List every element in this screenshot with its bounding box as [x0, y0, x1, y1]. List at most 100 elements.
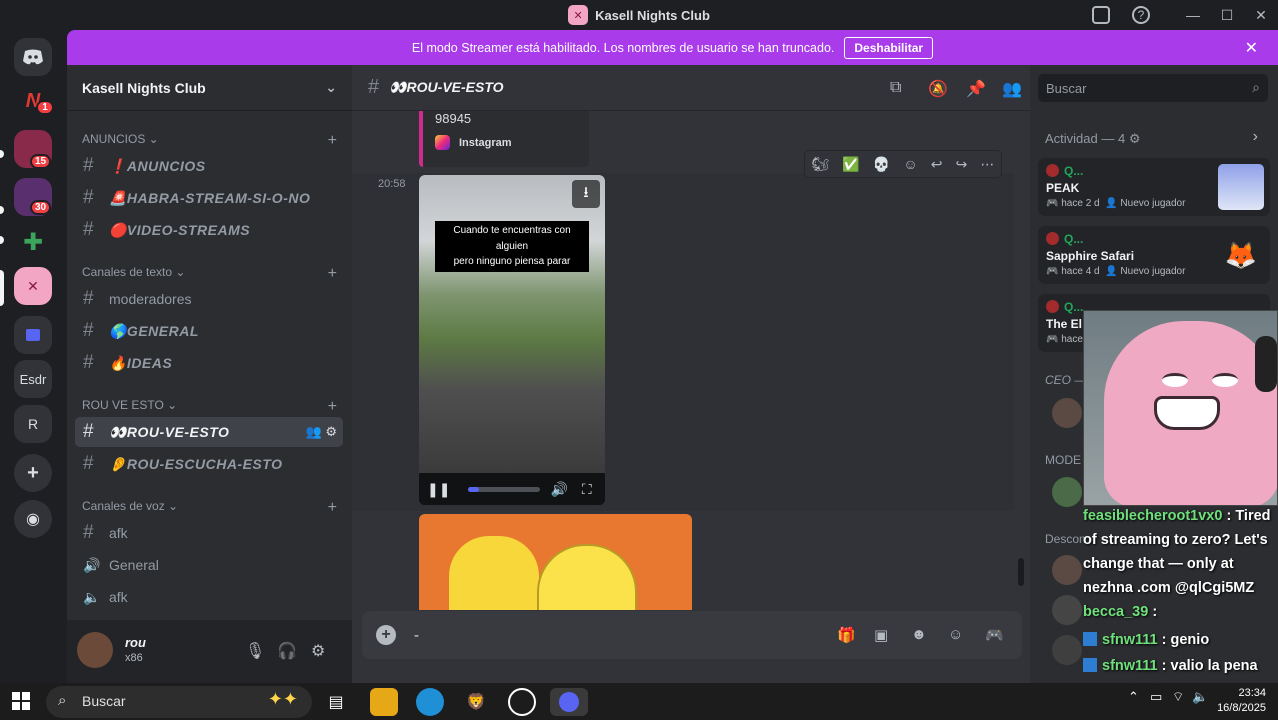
- channel-moderadores[interactable]: # moderadores: [75, 284, 343, 314]
- apps-icon[interactable]: 🎮: [985, 626, 1004, 644]
- discover-icon[interactable]: ◉: [14, 500, 52, 538]
- image-attachment[interactable]: [419, 514, 692, 610]
- close-icon[interactable]: ✕: [1245, 38, 1258, 58]
- avatar[interactable]: [77, 632, 113, 668]
- add-server-icon[interactable]: +: [14, 454, 52, 492]
- avatar[interactable]: [1052, 477, 1082, 507]
- brave-icon[interactable]: 🦁: [462, 688, 490, 716]
- taskbar-search-input[interactable]: ⌕ Buscar ✦✦: [46, 686, 312, 718]
- channel-ideas[interactable]: # 🔥IDEAS: [75, 348, 343, 378]
- voice-channel-afk[interactable]: 🔈 afk: [75, 582, 343, 612]
- channel-rou-ve-esto[interactable]: # 👀ROU-VE-ESTO 👥 ⚙: [75, 417, 343, 447]
- voice-channel-general[interactable]: 🔊 General: [75, 550, 343, 580]
- avatar: [1046, 232, 1059, 245]
- category-anuncios[interactable]: ANUNCIOS ⌄ +: [82, 132, 337, 150]
- embed-source[interactable]: Instagram: [435, 135, 512, 150]
- add-channel-icon[interactable]: +: [328, 398, 337, 416]
- server-4-icon[interactable]: ✚: [14, 223, 52, 261]
- inbox-icon[interactable]: [1092, 6, 1110, 24]
- discord-taskbar-icon[interactable]: [550, 688, 588, 716]
- server-r[interactable]: R: [14, 405, 52, 443]
- search-input[interactable]: Buscar ⌕: [1038, 74, 1268, 102]
- server-esdr[interactable]: Esdr: [14, 360, 52, 398]
- emoji-icon[interactable]: ☺: [948, 626, 963, 643]
- channel-afk-text[interactable]: # afk: [75, 518, 343, 548]
- video-progress-bar[interactable]: [468, 486, 541, 492]
- help-icon[interactable]: ?: [1132, 6, 1150, 24]
- unread-pill: [0, 206, 4, 214]
- message-actions: 🐿 ✅ 💀 ☺ ↩ ↪ ⋯: [804, 150, 1002, 178]
- battery-icon[interactable]: ▭: [1150, 689, 1162, 705]
- instagram-icon: [435, 135, 450, 150]
- add-attachment-icon[interactable]: +: [376, 625, 396, 645]
- windows-start-icon[interactable]: [12, 692, 30, 710]
- activity-card[interactable]: Q... PEAK 🎮 hace 2 d 👤 Nuevo jugador: [1038, 158, 1270, 216]
- avatar[interactable]: [1052, 635, 1082, 665]
- discord-home-icon[interactable]: [14, 38, 52, 76]
- maximize-icon[interactable]: ☐: [1210, 7, 1244, 24]
- headphones-icon[interactable]: 🎧: [277, 641, 297, 661]
- edge-icon[interactable]: [416, 688, 444, 716]
- add-channel-icon[interactable]: +: [328, 265, 337, 283]
- chevron-up-icon[interactable]: ⌃: [1128, 689, 1139, 705]
- hash-icon: #: [83, 288, 94, 309]
- more-icon[interactable]: ⋯: [980, 156, 994, 173]
- speaker-icon: 🔈: [83, 588, 101, 605]
- video-attachment[interactable]: Cuando te encuentras con alguien pero ni…: [419, 175, 605, 505]
- add-channel-icon[interactable]: +: [328, 132, 337, 150]
- task-view-icon[interactable]: ▤: [322, 688, 350, 716]
- close-window-icon[interactable]: ✕: [1244, 7, 1278, 24]
- channel-general[interactable]: # 🌎GENERAL: [75, 316, 343, 346]
- channel-habra-stream[interactable]: # 🚨HABRA-STREAM-SI-O-NO: [75, 183, 343, 213]
- pause-icon[interactable]: ❚❚: [427, 481, 450, 498]
- chevron-right-icon[interactable]: ›: [1253, 128, 1258, 146]
- reply-icon[interactable]: ↩: [931, 156, 943, 173]
- fullscreen-icon[interactable]: ⛶: [582, 481, 592, 498]
- obs-icon[interactable]: [508, 688, 536, 716]
- activity-card[interactable]: Q... Sapphire Safari 🎮 hace 4 d 👤 Nuevo …: [1038, 226, 1270, 284]
- channel-video-streams[interactable]: # 🔴VIDEO-STREAMS: [75, 215, 343, 245]
- channel-rou-escucha-esto[interactable]: # 👂ROU-ESCUCHA-ESTO: [75, 449, 343, 479]
- pin-icon[interactable]: 📌: [966, 79, 986, 99]
- volume-icon[interactable]: 🔈: [1192, 689, 1208, 705]
- gear-icon[interactable]: ⚙: [311, 641, 325, 661]
- server-folder-icon[interactable]: [14, 316, 52, 354]
- avatar[interactable]: [1052, 555, 1082, 585]
- threads-icon[interactable]: ⧉: [890, 79, 901, 97]
- category-rou-ve-esto[interactable]: ROU VE ESTO ⌄ +: [82, 398, 337, 416]
- gif-icon[interactable]: ▣: [874, 626, 888, 644]
- reaction-check-icon[interactable]: ✅: [842, 156, 859, 173]
- microphone-icon[interactable]: 🎙: [245, 641, 265, 661]
- members-icon[interactable]: 👥: [1002, 79, 1022, 99]
- download-icon[interactable]: ⭳: [572, 180, 600, 208]
- minimize-icon[interactable]: —: [1176, 7, 1210, 23]
- speaker-icon: 🔊: [83, 556, 101, 573]
- guild-header[interactable]: Kasell Nights Club ⌄: [67, 65, 352, 111]
- gift-icon[interactable]: 🎁: [837, 626, 856, 644]
- channel-anuncios[interactable]: # ❗ANUNCIOS: [75, 151, 343, 181]
- channel-sidebar: Kasell Nights Club ⌄ ANUNCIOS ⌄ + # ❗ANUNC…: [67, 65, 352, 683]
- wifi-icon[interactable]: ⌔: [1172, 689, 1184, 705]
- category-canales-voz[interactable]: Canales de voz ⌄ +: [82, 499, 337, 517]
- file-explorer-icon[interactable]: [370, 688, 398, 716]
- taskbar-clock[interactable]: 23:34 16/8/2025: [1217, 686, 1266, 716]
- bell-muted-icon[interactable]: 🔕: [928, 79, 948, 99]
- reaction-squirrel-icon[interactable]: 🐿: [812, 156, 830, 173]
- category-canales-texto[interactable]: Canales de texto ⌄ +: [82, 265, 337, 283]
- game-thumbnail: 🦊: [1218, 232, 1264, 278]
- add-channel-icon[interactable]: +: [328, 499, 337, 517]
- server-kasell-icon[interactable]: ✕: [14, 267, 52, 305]
- disable-streamer-button[interactable]: Deshabilitar: [844, 36, 934, 59]
- volume-icon[interactable]: 🔊: [550, 481, 567, 498]
- reaction-skull-icon[interactable]: 💀: [873, 156, 890, 173]
- channel-settings-icon[interactable]: 👥 ⚙: [306, 424, 337, 440]
- discord-window: ✕ Kasell Nights Club ? — ☐ ✕ N 1 15 30 ✚…: [0, 0, 1278, 720]
- sticker-icon[interactable]: ☻: [911, 626, 927, 643]
- forward-icon[interactable]: ↪: [956, 156, 968, 173]
- window-controls: — ☐ ✕: [1176, 0, 1278, 30]
- scrollbar[interactable]: [1018, 558, 1024, 586]
- add-reaction-icon[interactable]: ☺: [903, 156, 917, 172]
- avatar[interactable]: [1052, 398, 1082, 428]
- avatar[interactable]: [1052, 595, 1082, 625]
- title-bar: ✕ Kasell Nights Club ? — ☐ ✕: [0, 0, 1278, 30]
